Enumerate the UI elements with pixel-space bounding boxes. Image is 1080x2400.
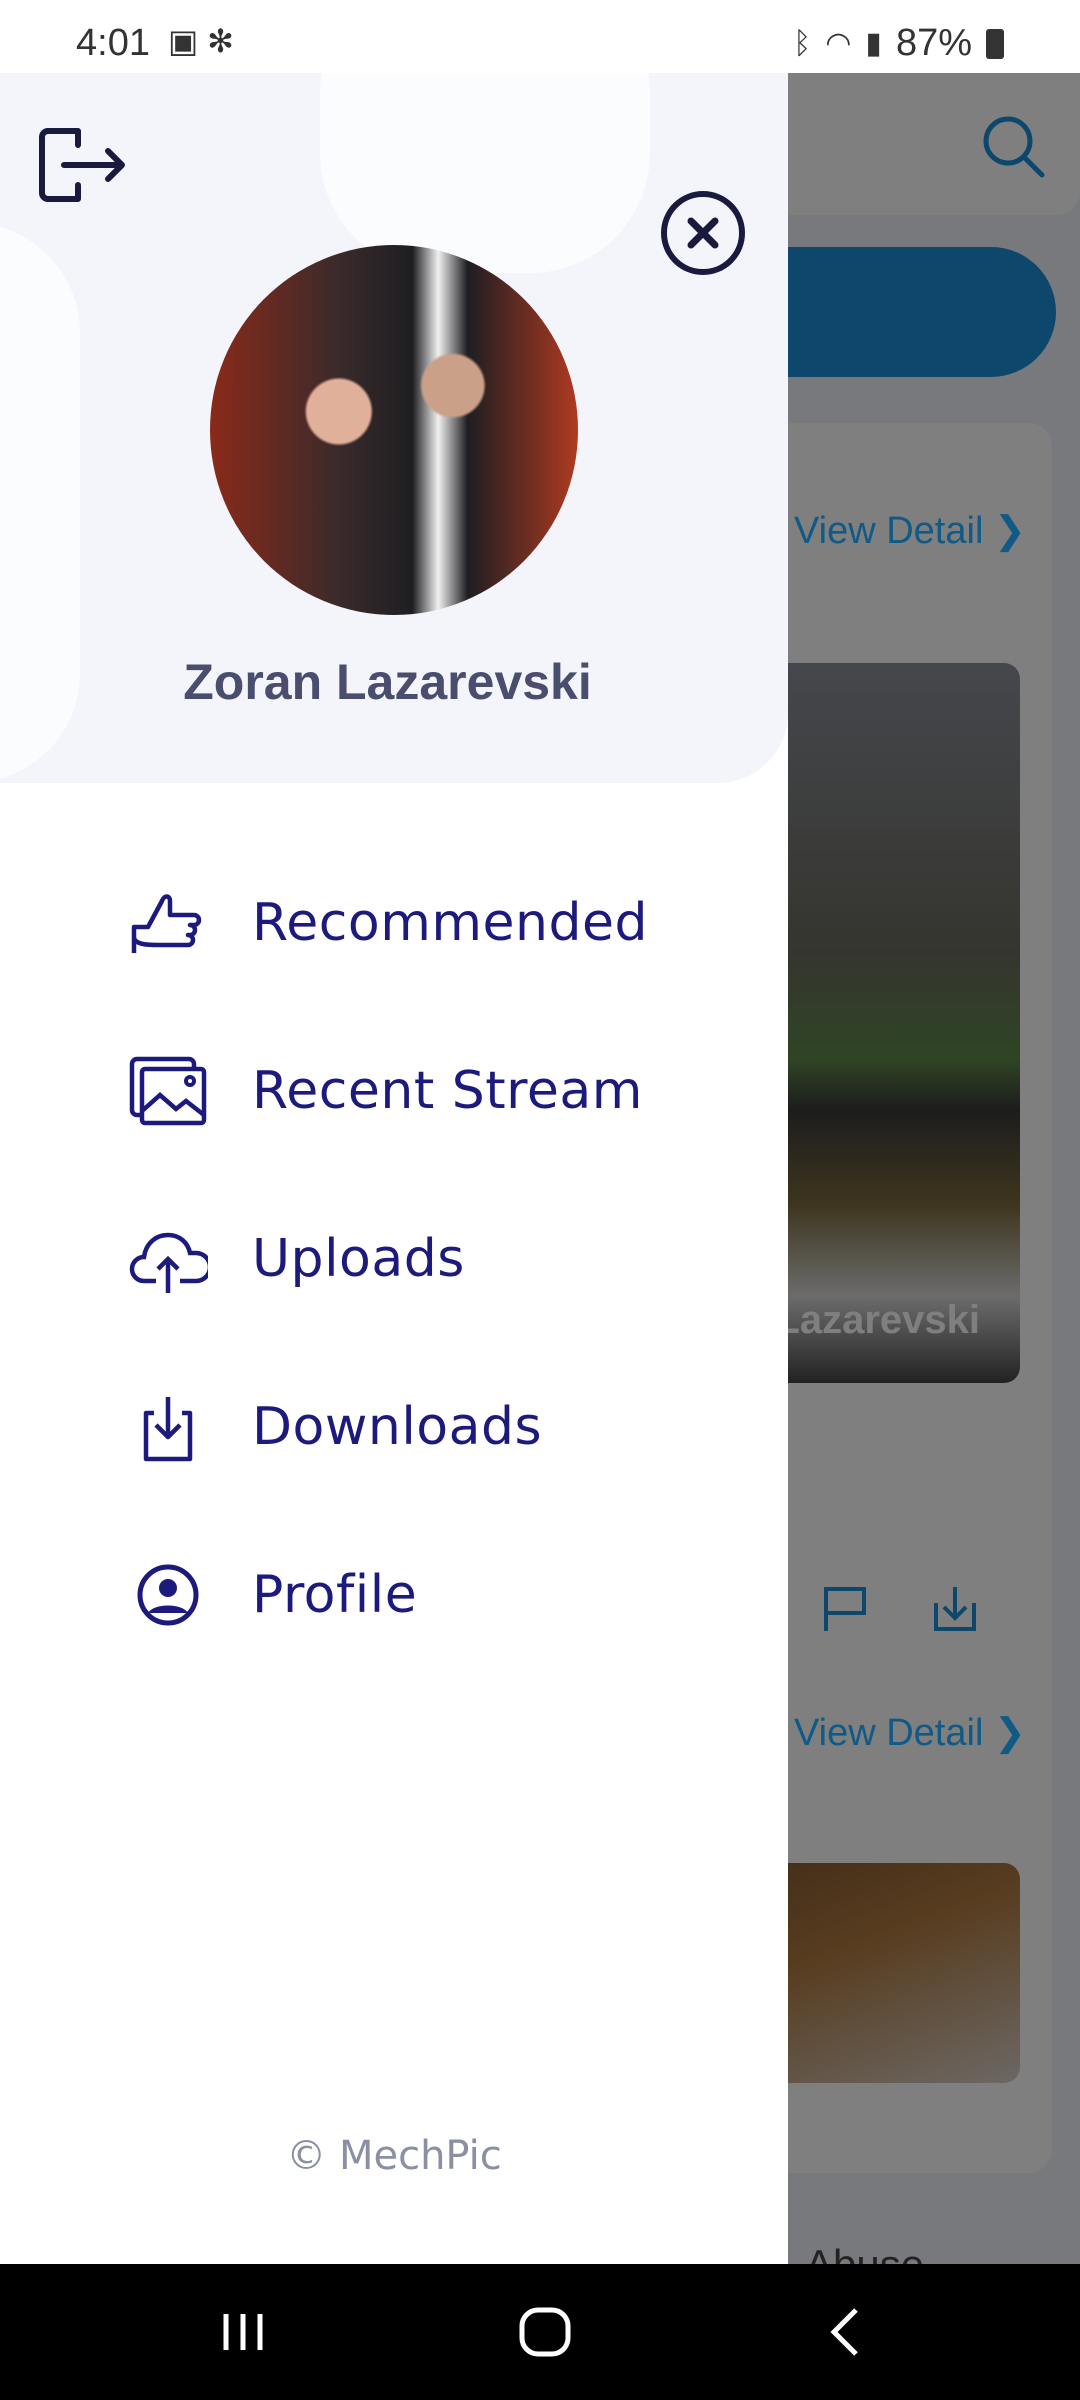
- cloud-upload-icon: [129, 1232, 208, 1293]
- home-icon[interactable]: [510, 2302, 580, 2362]
- system-navigation-bar: [0, 2264, 1080, 2400]
- close-icon[interactable]: [660, 190, 746, 276]
- wifi-icon: ◠: [825, 27, 852, 60]
- menu-item-downloads[interactable]: Downloads: [0, 1367, 788, 1487]
- back-icon[interactable]: [812, 2302, 882, 2362]
- recent-apps-icon[interactable]: [208, 2302, 278, 2362]
- network-icon: ✻: [207, 23, 234, 59]
- status-bar: 4:01 ▣ ✻ ᛒ ◠ ▮ 87%: [0, 0, 1080, 73]
- drawer-header: Zoran Lazarevski: [0, 73, 788, 783]
- signal-icon: ▮: [865, 27, 882, 60]
- navigation-drawer: Zoran Lazarevski Recommended Recent Stre…: [0, 73, 788, 2264]
- user-name: Zoran Lazarevski: [183, 654, 592, 710]
- thumbs-up-icon: [131, 894, 202, 953]
- bluetooth-icon: ᛒ: [793, 26, 812, 60]
- menu-item-recent-stream[interactable]: Recent Stream: [0, 1031, 788, 1151]
- logout-icon[interactable]: [38, 125, 128, 205]
- menu-item-profile[interactable]: Profile: [0, 1535, 788, 1655]
- copyright-text: © MechPic: [286, 2133, 502, 2179]
- download-icon: [143, 1397, 193, 1462]
- avatar[interactable]: [210, 245, 578, 615]
- menu-item-uploads[interactable]: Uploads: [0, 1199, 788, 1319]
- user-circle-icon: [137, 1564, 199, 1626]
- battery-text: 87%: [895, 22, 972, 64]
- image-icon: ▣: [168, 23, 199, 59]
- menu-item-recommended[interactable]: Recommended: [0, 863, 788, 983]
- images-icon: [129, 1056, 207, 1126]
- battery-charging-icon: [986, 28, 1004, 59]
- view-detail-link[interactable]: View Detail ❯: [794, 1710, 1026, 1755]
- view-detail-link[interactable]: View Detail ❯: [794, 508, 1026, 553]
- status-time: 4:01: [76, 22, 150, 64]
